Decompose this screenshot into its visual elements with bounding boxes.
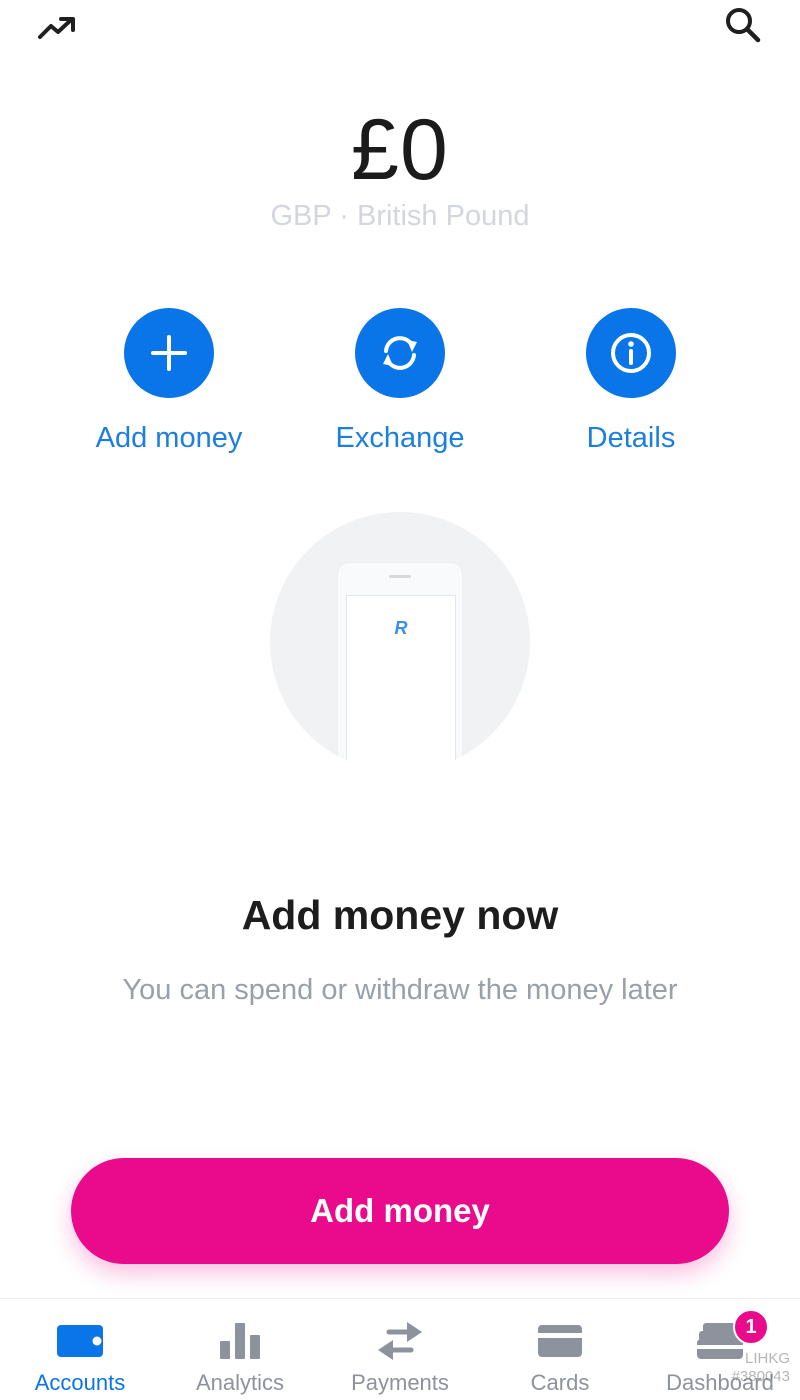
empty-state-subtitle: You can spend or withdraw the money late… — [122, 974, 678, 1006]
watermark-user: #380043 — [731, 1368, 790, 1385]
exchange-icon[interactable] — [355, 308, 445, 398]
balance-amount: £0 — [351, 102, 449, 198]
currency-label[interactable]: GBP · British Pound — [0, 196, 800, 236]
top-bar — [0, 0, 800, 60]
nav-item-payments[interactable]: Payments — [320, 1299, 480, 1400]
phone-illustration: R — [270, 512, 530, 772]
nav-label-analytics: Analytics — [195, 1370, 285, 1395]
phone-graphic: R — [337, 562, 463, 772]
dashboard-notification-badge: 1 — [733, 1309, 769, 1345]
add-money-action[interactable]: Add money — [69, 308, 269, 456]
add-money-action-label[interactable]: Add money — [96, 420, 243, 456]
add-money-button[interactable]: Add money — [71, 1158, 729, 1264]
phone-speaker — [389, 575, 411, 578]
details-action[interactable]: Details — [531, 308, 731, 456]
nav-item-accounts[interactable]: Accounts — [0, 1299, 160, 1400]
details-action-label[interactable]: Details — [587, 420, 676, 456]
empty-state-title: Add money now — [241, 892, 559, 938]
nav-label-accounts: Accounts — [34, 1370, 126, 1395]
phone-screen: R — [346, 595, 456, 772]
watermark: LIHKG #380043 — [610, 1350, 790, 1386]
search-icon[interactable] — [718, 2, 768, 48]
watermark-brand: LIHKG — [744, 1350, 790, 1367]
exchange-action-label[interactable]: Exchange — [336, 420, 465, 456]
plus-icon[interactable] — [124, 308, 214, 398]
revolut-logo: R — [394, 618, 408, 638]
wallet-icon — [0, 1317, 160, 1365]
exchange-action[interactable]: Exchange — [300, 308, 500, 456]
nav-item-analytics[interactable]: Analytics — [160, 1299, 320, 1400]
transfer-arrows-icon — [320, 1317, 480, 1365]
info-icon[interactable] — [586, 308, 676, 398]
nav-label-payments: Payments — [351, 1370, 449, 1395]
trending-up-icon[interactable] — [34, 8, 80, 48]
bar-chart-icon — [160, 1317, 320, 1365]
